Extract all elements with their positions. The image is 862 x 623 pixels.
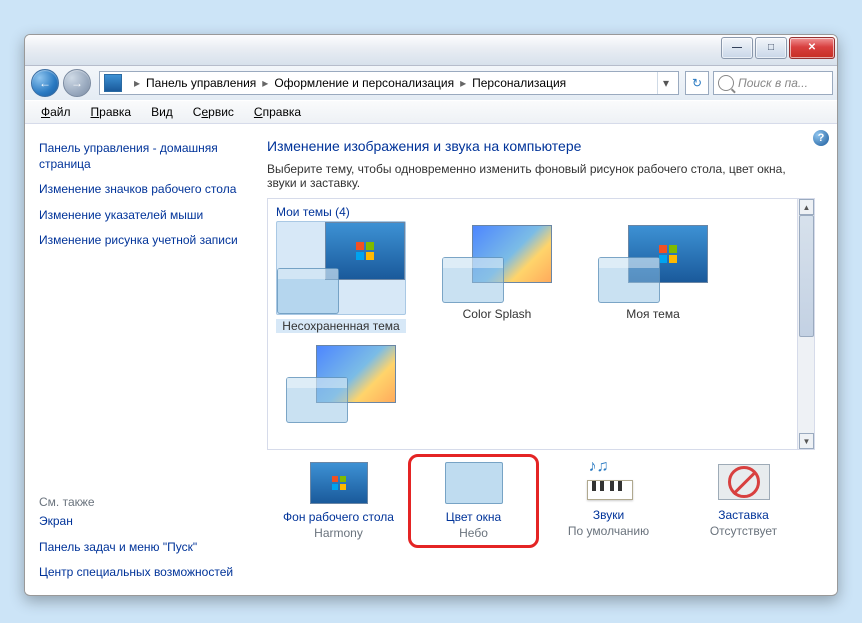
side-pointers[interactable]: Изменение указателей мыши [39, 203, 251, 229]
options-row: Фон рабочего стола Harmony Цвет окна Неб… [267, 450, 815, 544]
menu-view[interactable]: Вид [143, 103, 181, 121]
window: — □ ✕ ← → ▸ Панель управления ▸ Оформлен… [24, 34, 838, 596]
opt-sounds[interactable]: Звуки По умолчанию [545, 458, 672, 544]
scroll-thumb[interactable] [799, 215, 814, 337]
search-input[interactable]: Поиск в па... [713, 71, 833, 95]
breadcrumb[interactable]: ▸ Панель управления ▸ Оформление и персо… [99, 71, 679, 95]
theme-4[interactable] [276, 345, 406, 427]
nav-row: ← → ▸ Панель управления ▸ Оформление и п… [25, 66, 837, 100]
crumb-personalization[interactable]: Персонализация [472, 76, 566, 90]
scroll-down[interactable]: ▼ [799, 433, 814, 449]
refresh-button[interactable]: ↻ [685, 71, 709, 95]
side-account-pic[interactable]: Изменение рисунка учетной записи [39, 228, 251, 254]
theme-colorsplash[interactable]: Color Splash [432, 225, 562, 333]
menu-bar: Файл Правка Вид Сервис Справка [25, 100, 837, 124]
scroll-up[interactable]: ▲ [799, 199, 814, 215]
back-button[interactable]: ← [31, 69, 59, 97]
titlebar: — □ ✕ [25, 35, 837, 66]
help-icon[interactable]: ? [813, 130, 829, 146]
side-display[interactable]: Экран [39, 509, 251, 535]
close-button[interactable]: ✕ [789, 37, 835, 59]
search-icon [718, 75, 734, 91]
side-ease[interactable]: Центр специальных возможностей [39, 560, 251, 586]
menu-help[interactable]: Справка [246, 103, 309, 121]
crumb-appearance[interactable]: Оформление и персонализация [274, 76, 454, 90]
side-desktop-icons[interactable]: Изменение значков рабочего стола [39, 177, 251, 203]
crumb-cp[interactable]: Панель управления [146, 76, 256, 90]
see-also-label: См. также [39, 485, 251, 509]
crumb-dropdown[interactable]: ▾ [657, 72, 674, 94]
opt-window-color[interactable]: Цвет окна Небо [410, 458, 537, 544]
opt-background[interactable]: Фон рабочего стола Harmony [275, 458, 402, 544]
scrollbar[interactable]: ▲ ▼ [797, 199, 814, 449]
minimize-button[interactable]: — [721, 37, 753, 59]
search-placeholder: Поиск в па... [738, 76, 808, 90]
sidebar: Панель управления - домашняя страница Из… [25, 124, 261, 594]
menu-edit[interactable]: Правка [83, 103, 140, 121]
opt-screensaver[interactable]: Заставка Отсутствует [680, 458, 807, 544]
forward-button[interactable]: → [63, 69, 91, 97]
main-panel: ? Изменение изображения и звука на компь… [261, 124, 837, 594]
control-panel-icon [104, 74, 122, 92]
page-title: Изменение изображения и звука на компьют… [267, 138, 815, 154]
maximize-button[interactable]: □ [755, 37, 787, 59]
theme-my[interactable]: Моя тема [588, 225, 718, 333]
page-desc: Выберите тему, чтобы одновременно измени… [267, 162, 815, 190]
side-taskbar[interactable]: Панель задач и меню "Пуск" [39, 535, 251, 561]
menu-tools[interactable]: Сервис [185, 103, 242, 121]
themes-box: Мои темы (4) Несохраненная тема Color Sp… [267, 198, 815, 450]
theme-unsaved[interactable]: Несохраненная тема [276, 225, 406, 333]
side-home[interactable]: Панель управления - домашняя страница [39, 136, 251, 177]
menu-file[interactable]: Файл [33, 103, 79, 121]
